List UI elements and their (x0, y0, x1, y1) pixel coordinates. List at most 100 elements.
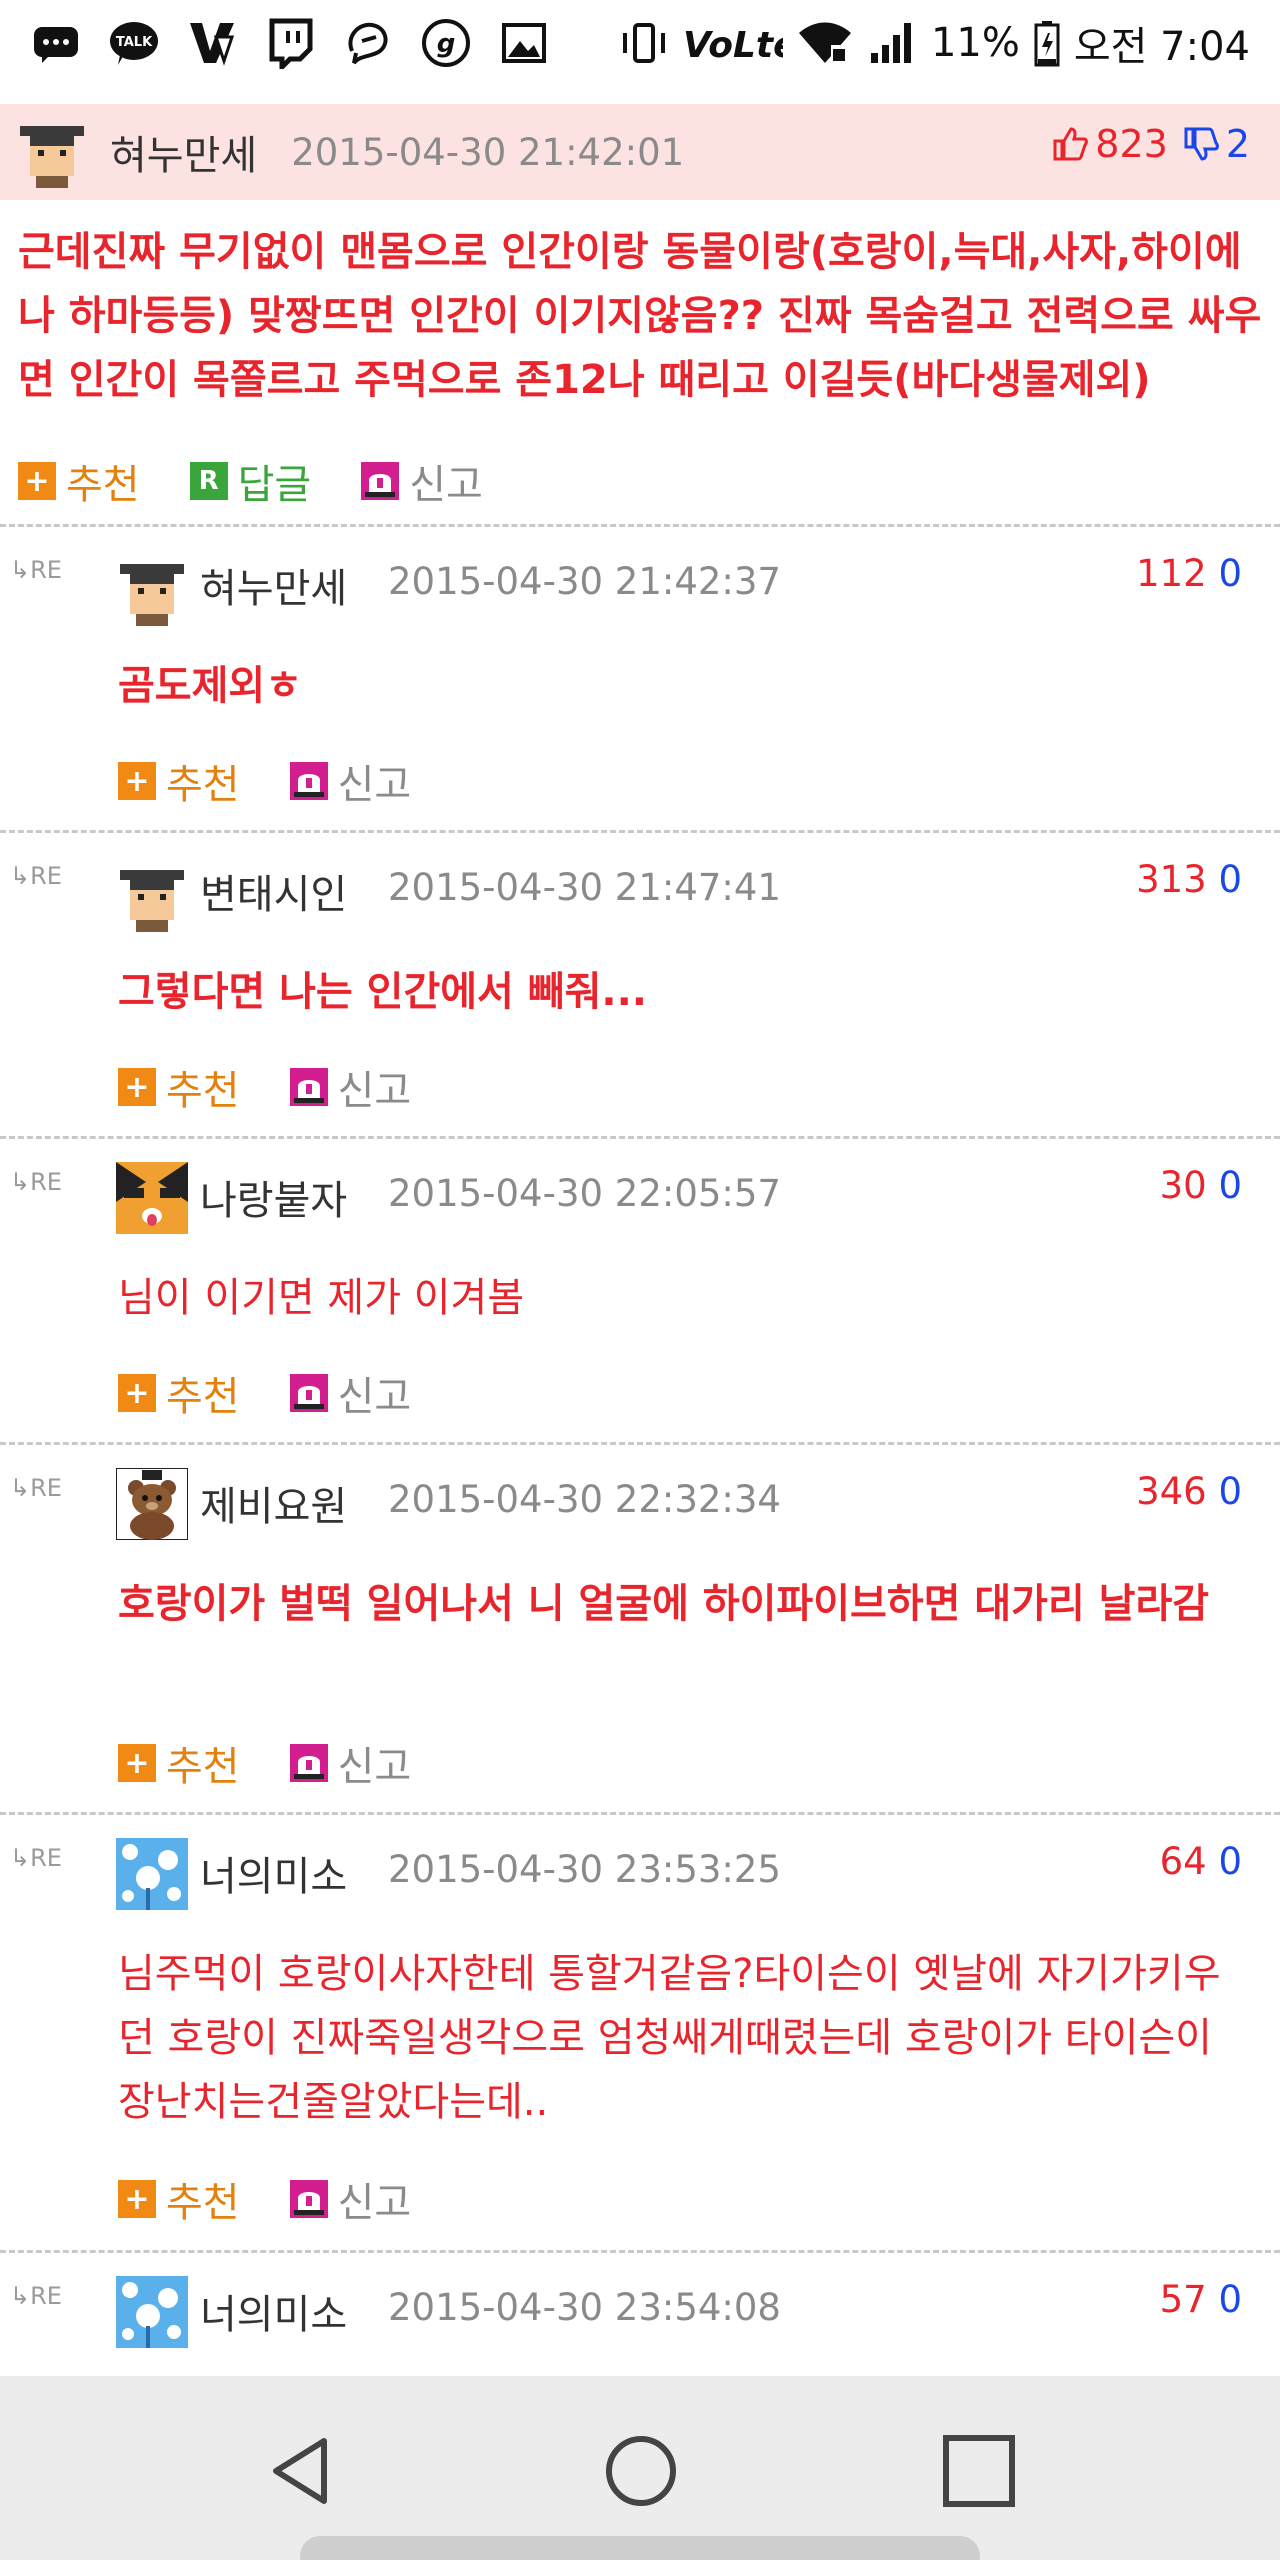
recommend-label: 추천 (166, 762, 240, 808)
comment: ↳RE 변태시인 2015-04-30 21:47:41 313 0 그렇다면 … (0, 836, 1280, 1136)
recommend-label: 추천 (66, 462, 140, 508)
comment-date: 2015-04-30 22:05:57 (388, 1172, 781, 1215)
comment-date: 2015-04-30 23:54:08 (388, 2286, 781, 2329)
like-count[interactable]: 30 (1160, 1164, 1207, 1207)
comment-nickname[interactable]: 변태시인 (200, 862, 347, 920)
recommend-label: 추천 (166, 1374, 240, 1420)
siren-icon (289, 1374, 328, 1412)
svg-text:g: g (437, 29, 456, 59)
report-button[interactable]: 신고 (289, 1734, 412, 1792)
author-nickname[interactable]: 혀누만세 (110, 123, 257, 181)
plus-icon: + (118, 1374, 156, 1412)
thumbs-up-icon[interactable] (1051, 125, 1089, 163)
volte-icon: VoLte (683, 25, 783, 66)
report-button[interactable]: 신고 (289, 1364, 411, 1422)
reply-arrow-icon: ↳ (10, 2282, 31, 2310)
comment-body: 님이 이기면 제가 이겨봄 (118, 1275, 525, 1321)
plus-icon: + (118, 1744, 156, 1782)
report-button[interactable]: 신고 (289, 1058, 411, 1116)
siren-icon (289, 1068, 328, 1106)
dislike-count[interactable]: 0 (1218, 552, 1242, 595)
dislike-count[interactable]: 0 (1218, 858, 1242, 901)
user-avatar[interactable] (116, 554, 188, 626)
home-icon[interactable] (596, 2426, 686, 2516)
svg-text:VoLte: VoLte (683, 25, 783, 66)
comment-actions: + 추천 신고 (118, 2170, 461, 2228)
like-count[interactable]: 64 (1160, 1840, 1207, 1883)
re-label: RE (30, 1844, 62, 1872)
report-button[interactable]: 신고 (289, 2170, 411, 2228)
post-actions: + 추천 R 답글 신고 (18, 452, 533, 510)
re-label: RE (30, 2282, 62, 2310)
comment-actions: + 추천 신고 (118, 1364, 461, 1422)
post-votes: 823 2 (1051, 122, 1250, 166)
divider (0, 2250, 1280, 2253)
comment-votes: 112 0 (1136, 552, 1242, 595)
post-date: 2015-04-30 21:42:01 (291, 130, 685, 174)
recommend-button[interactable]: + 추천 (118, 1058, 240, 1116)
navigation-bar (0, 2376, 1280, 2560)
plus-icon: + (18, 462, 56, 500)
comment-body: 호랑이가 벌떡 일어나서 니 얼굴에 하이파이브하면 대가리 날라감 (118, 1581, 1210, 1627)
comment-nickname[interactable]: 너의미소 (200, 2282, 347, 2340)
user-avatar[interactable] (116, 1468, 188, 1540)
wifi-icon (798, 22, 851, 63)
user-avatar[interactable] (116, 1162, 188, 1234)
like-count[interactable]: 346 (1136, 1470, 1207, 1513)
report-button[interactable]: 신고 (361, 452, 483, 510)
like-count[interactable]: 112 (1136, 552, 1207, 595)
comment-votes: 30 0 (1160, 1164, 1242, 1207)
user-avatar[interactable] (116, 1838, 188, 1910)
report-label: 신고 (409, 462, 483, 508)
reply-arrow-icon: ↳ (10, 1168, 31, 1196)
recommend-button[interactable]: + 추천 (118, 1734, 240, 1792)
report-label: 신고 (337, 1744, 412, 1790)
user-avatar[interactable] (16, 116, 88, 188)
plus-icon: + (118, 2180, 156, 2218)
comment-body: 그렇다면 나는 인간에서 빼줘... (118, 969, 647, 1015)
comment-body: 곰도제외ㅎ (118, 663, 302, 709)
dislike-count[interactable]: 0 (1218, 1840, 1242, 1883)
recommend-button[interactable]: + 추천 (118, 752, 240, 810)
re-tag: ↳RE (10, 1474, 62, 1502)
comment-date: 2015-04-30 22:32:34 (388, 1478, 781, 1521)
recent-apps-icon[interactable] (934, 2426, 1024, 2516)
divider (0, 1812, 1280, 1815)
siren-icon (289, 2180, 328, 2218)
divider (0, 1442, 1280, 1445)
re-tag: ↳RE (10, 556, 62, 584)
user-avatar[interactable] (116, 860, 188, 932)
dislike-count: 2 (1225, 122, 1250, 166)
recommend-button[interactable]: + 추천 (118, 2170, 240, 2228)
re-label: RE (30, 1474, 62, 1502)
battery-icon (1034, 21, 1060, 67)
siren-icon (361, 462, 400, 500)
battery-percent: 11% (930, 20, 1020, 66)
reply-arrow-icon: ↳ (10, 862, 31, 890)
comment-nickname[interactable]: 제비요원 (200, 1474, 347, 1532)
post-body: 근데진짜 무기없이 맨몸으로 인간이랑 동물이랑(호랑이,늑대,사자,하이에나 … (18, 229, 1262, 403)
comment-votes: 64 0 (1160, 1840, 1242, 1883)
report-button[interactable]: 신고 (289, 752, 411, 810)
twitch-icon (264, 17, 316, 69)
reply-button[interactable]: R 답글 (189, 452, 311, 510)
comment: ↳RE 너의미소 2015-04-30 23:54:08 57 0 (0, 2256, 1280, 2376)
dislike-count[interactable]: 0 (1218, 1164, 1242, 1207)
like-count: 823 (1095, 122, 1168, 166)
dislike-count[interactable]: 0 (1218, 2278, 1242, 2321)
comment-date: 2015-04-30 23:53:25 (388, 1848, 781, 1891)
recommend-button[interactable]: + 추천 (118, 1364, 240, 1422)
comment-date: 2015-04-30 21:42:37 (388, 560, 781, 603)
recommend-button[interactable]: + 추천 (18, 452, 140, 510)
user-avatar[interactable] (116, 2276, 188, 2348)
like-count[interactable]: 313 (1136, 858, 1207, 901)
dislike-count[interactable]: 0 (1218, 1470, 1242, 1513)
comment-body: 님주먹이 호랑이사자한테 통할거같음?타이슨이 옛날에 자기가키우던 호랑이 진… (118, 1951, 1221, 2125)
comment-nickname[interactable]: 혀누만세 (200, 556, 347, 614)
back-icon[interactable] (256, 2426, 346, 2516)
kakaotalk-icon: TALK (108, 17, 160, 69)
like-count[interactable]: 57 (1160, 2278, 1207, 2321)
comment-nickname[interactable]: 나랑붙자 (200, 1168, 347, 1226)
comment-nickname[interactable]: 너의미소 (200, 1844, 347, 1902)
thumbs-down-icon[interactable] (1182, 125, 1220, 163)
